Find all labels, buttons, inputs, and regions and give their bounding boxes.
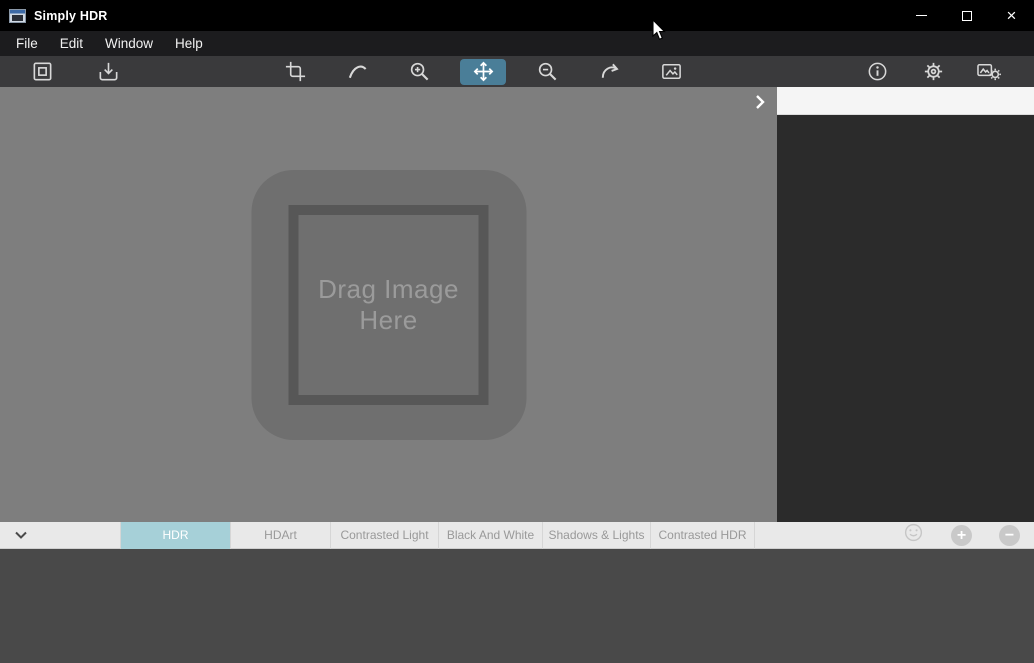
redo-button[interactable]: [588, 56, 630, 87]
zoom-in-icon: [408, 60, 431, 83]
title-bar: Simply HDR ×: [0, 0, 1034, 31]
straighten-icon: [346, 60, 369, 83]
import-image-button[interactable]: [87, 56, 129, 87]
gear-icon: [922, 60, 945, 83]
compare-image-icon: [660, 60, 683, 83]
add-preset-button[interactable]: +: [951, 525, 972, 546]
plus-icon: +: [957, 526, 966, 546]
menu-edit[interactable]: Edit: [49, 31, 94, 56]
preset-tab-black-and-white[interactable]: Black And White: [439, 522, 543, 549]
minus-icon: −: [1005, 526, 1014, 546]
right-panel: [777, 87, 1034, 522]
compare-image-button[interactable]: [650, 56, 692, 87]
crop-icon: [284, 60, 307, 83]
zoom-out-button[interactable]: [526, 56, 568, 87]
straighten-button[interactable]: [336, 56, 378, 87]
chevron-down-icon: [13, 531, 29, 546]
maximize-button[interactable]: [944, 0, 989, 31]
smiley-icon: [903, 522, 924, 549]
toolbar: [0, 56, 1034, 87]
move-tool-button[interactable]: [460, 59, 506, 85]
preset-tab-hdr[interactable]: HDR: [121, 522, 231, 549]
preset-tab-contrasted-hdr[interactable]: Contrasted HDR: [651, 522, 755, 549]
window-controls: ×: [899, 0, 1034, 31]
batch-export-icon: [976, 60, 1002, 83]
minimize-icon: [916, 15, 927, 16]
smiley-button[interactable]: [903, 525, 924, 546]
toolbar-left-group: [21, 56, 129, 87]
open-image-button[interactable]: [21, 56, 63, 87]
preset-bar: HDR HDArt Contrasted Light Black And Whi…: [0, 522, 1034, 549]
toolbar-center-group: [274, 56, 692, 87]
window-title: Simply HDR: [34, 9, 108, 23]
zoom-in-button[interactable]: [398, 56, 440, 87]
maximize-icon: [962, 11, 972, 21]
move-icon: [472, 60, 495, 83]
menu-bar: File Edit Window Help: [0, 31, 1034, 56]
preset-tab-hdart[interactable]: HDArt: [231, 522, 331, 549]
menu-help[interactable]: Help: [164, 31, 214, 56]
menu-window[interactable]: Window: [94, 31, 164, 56]
info-button[interactable]: [856, 56, 898, 87]
canvas-area: Drag Image Here: [0, 87, 777, 522]
redo-icon: [598, 60, 621, 83]
preset-actions: + −: [903, 525, 1020, 546]
open-image-icon: [31, 60, 54, 83]
right-panel-header: [777, 87, 1034, 115]
menu-file[interactable]: File: [0, 31, 49, 56]
preset-tab-contrasted-light[interactable]: Contrasted Light: [331, 522, 439, 549]
drop-placeholder-text: Drag Image Here: [309, 274, 469, 335]
app-window: Simply HDR × File Edit Window Help: [0, 0, 1034, 663]
info-icon: [866, 60, 889, 83]
remove-preset-button[interactable]: −: [999, 525, 1020, 546]
minimize-button[interactable]: [899, 0, 944, 31]
preset-thumbnails-panel: [0, 549, 1034, 663]
batch-export-button[interactable]: [968, 56, 1010, 87]
preset-tab-shadows-lights[interactable]: Shadows & Lights: [543, 522, 651, 549]
app-logo-icon: [9, 9, 26, 23]
presets-collapse-button[interactable]: [11, 526, 31, 546]
settings-button[interactable]: [912, 56, 954, 87]
close-button[interactable]: ×: [989, 0, 1034, 31]
toolbar-right-group: [856, 56, 1010, 87]
preset-tabs: HDR HDArt Contrasted Light Black And Whi…: [120, 522, 755, 549]
import-image-icon: [97, 60, 120, 83]
image-drop-zone[interactable]: Drag Image Here: [251, 170, 526, 440]
crop-button[interactable]: [274, 56, 316, 87]
close-icon: ×: [1007, 7, 1017, 24]
panel-expand-button[interactable]: [751, 94, 769, 112]
zoom-out-icon: [536, 60, 559, 83]
chevron-right-icon: [754, 98, 766, 113]
drop-frame: Drag Image Here: [289, 205, 489, 405]
